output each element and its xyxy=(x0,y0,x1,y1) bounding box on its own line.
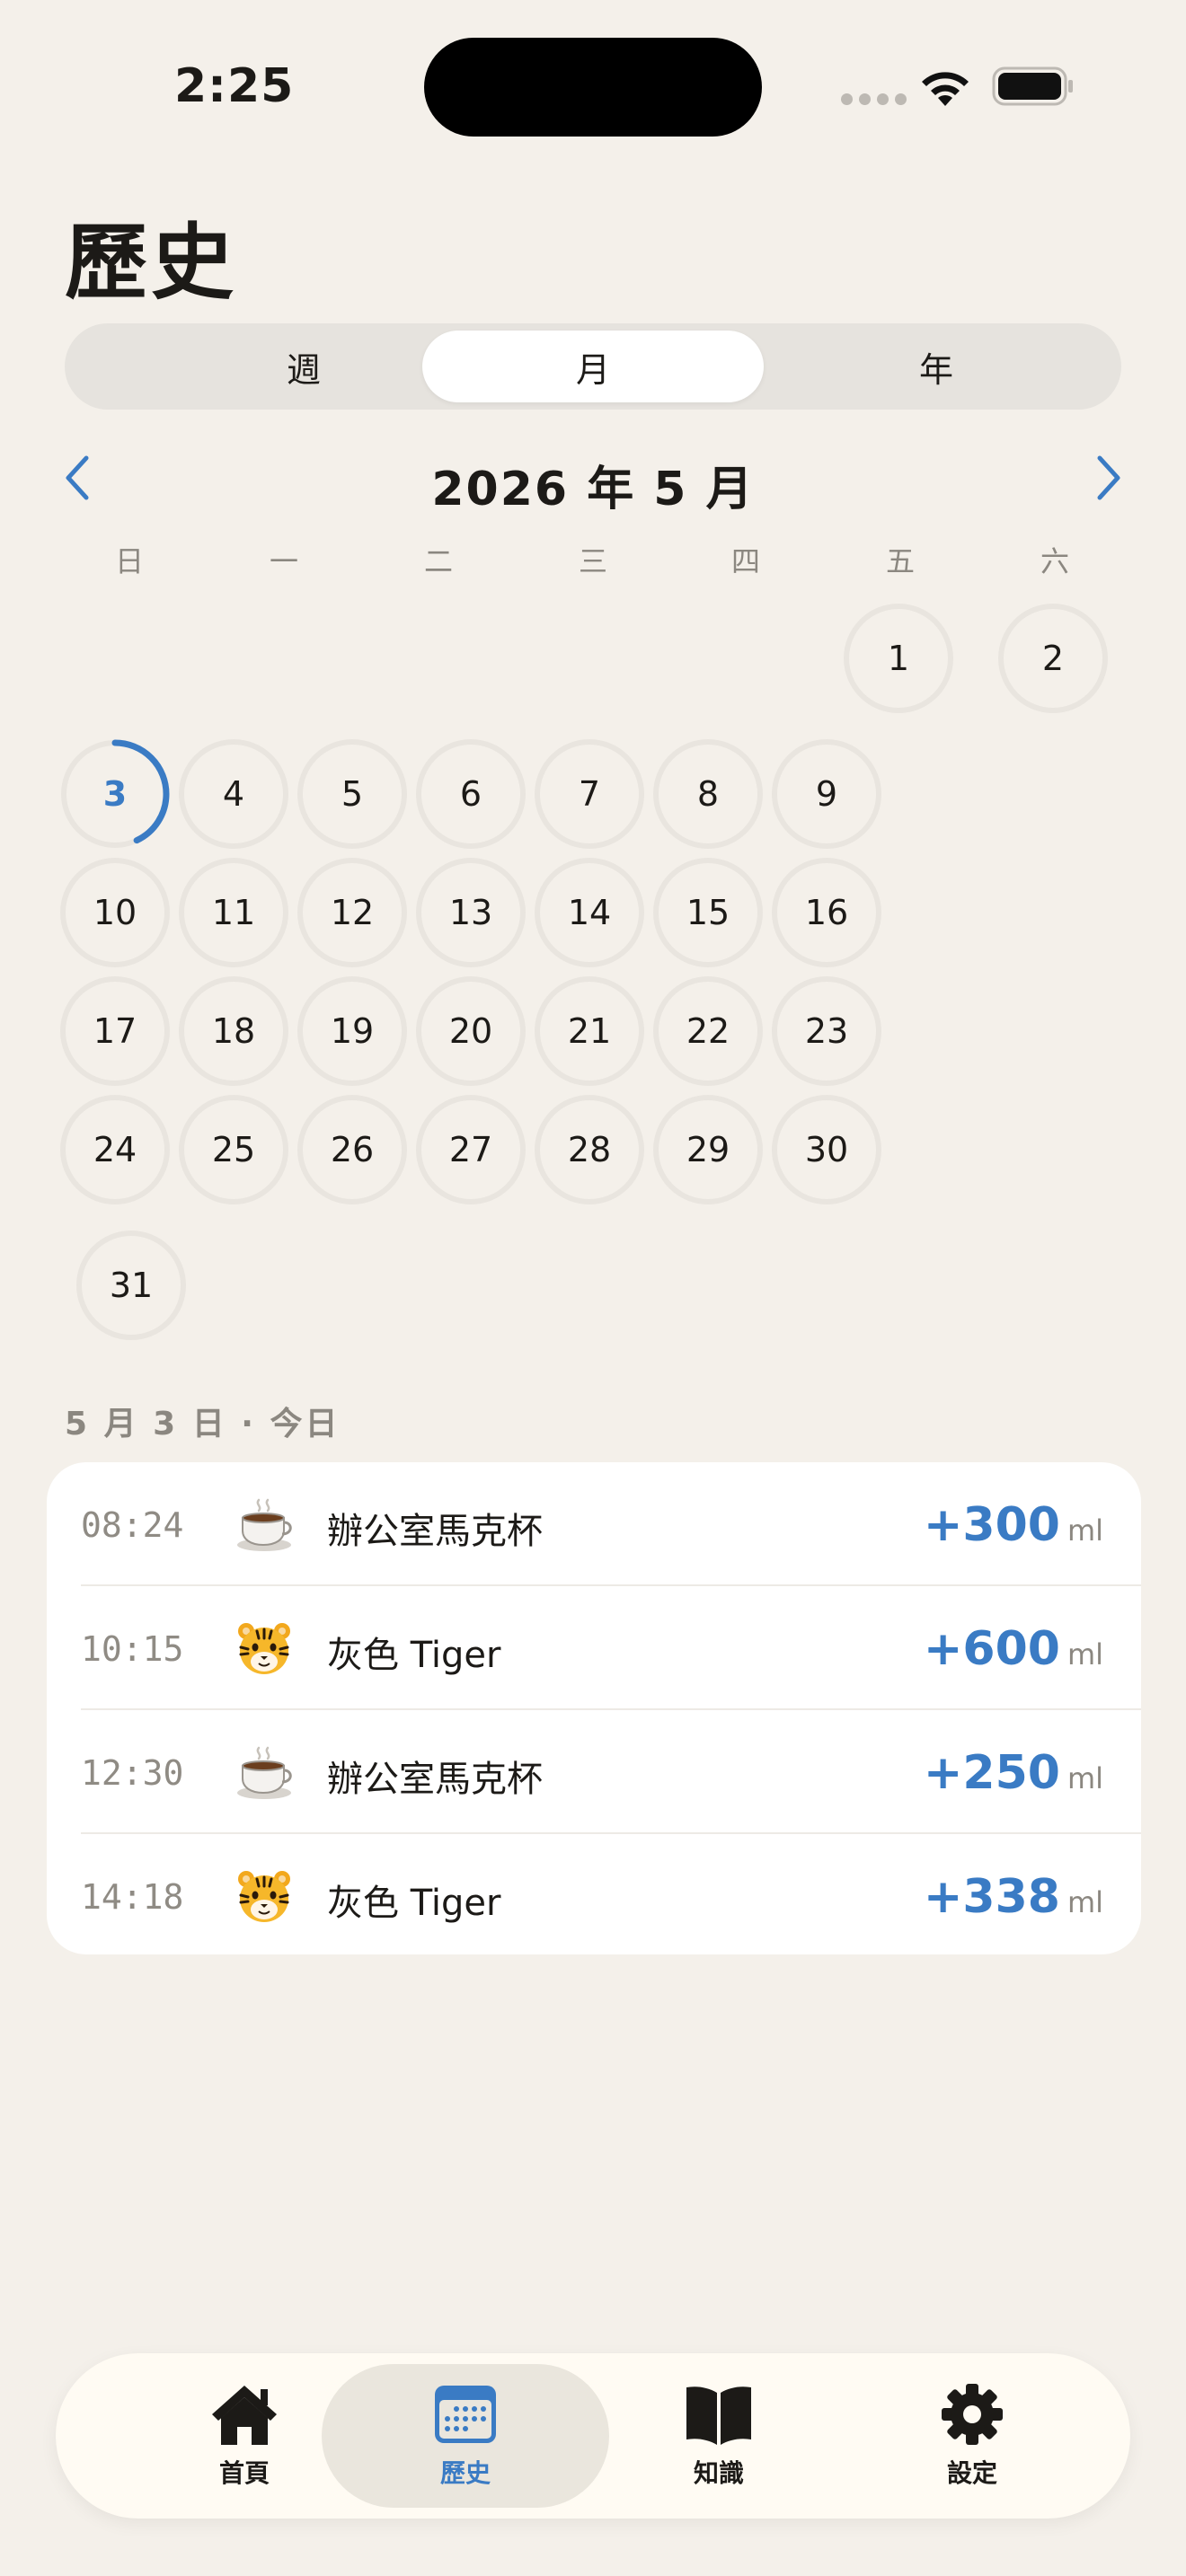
amount-unit: ml xyxy=(1067,1761,1103,1795)
entry-time: 14:18 xyxy=(81,1877,184,1917)
segment-year[interactable]: 年 xyxy=(766,331,1107,402)
weekday-label: 一 xyxy=(269,544,298,578)
intake-log-list: 08:24 辦公室馬克杯 +300 ml 10:15 灰色 Tiger +600… xyxy=(47,1462,1141,1954)
vessel-name: 辦公室馬克杯 xyxy=(327,1511,543,1552)
calendar-day-today[interactable]: 3 xyxy=(60,739,170,849)
amount-value: +250 xyxy=(923,1746,1060,1800)
log-entry-row[interactable]: 12:30 辦公室馬克杯 +250 ml xyxy=(47,1710,1141,1834)
calendar-day[interactable]: 12 xyxy=(297,858,407,967)
tab-settings[interactable]: 設定 xyxy=(828,2364,1116,2508)
signal-icon xyxy=(841,93,907,105)
calendar-day[interactable]: 27 xyxy=(416,1095,526,1204)
calendar-day[interactable]: 10 xyxy=(60,858,170,967)
entry-time: 08:24 xyxy=(81,1505,184,1545)
calendar-day[interactable]: 16 xyxy=(772,858,881,967)
calendar-day[interactable]: 15 xyxy=(653,858,763,967)
book-icon xyxy=(686,2386,751,2445)
tab-history[interactable]: 歷史 xyxy=(322,2364,609,2508)
calendar-day[interactable]: 14 xyxy=(535,858,644,967)
segment-month[interactable]: 月 xyxy=(422,331,764,402)
amount-value: +338 xyxy=(923,1870,1060,1924)
wifi-icon xyxy=(922,72,969,106)
vessel-name: 灰色 Tiger xyxy=(327,1883,501,1924)
calendar-day[interactable]: 22 xyxy=(653,976,763,1086)
calendar-day[interactable]: 17 xyxy=(60,976,170,1086)
calendar-icon xyxy=(435,2386,496,2443)
page-title: 歷史 xyxy=(65,215,238,311)
tab-label: 設定 xyxy=(946,2458,997,2488)
amount-unit: ml xyxy=(1067,1637,1103,1672)
gear-icon xyxy=(942,2384,1003,2445)
coffee-cup-icon xyxy=(237,1746,292,1799)
entry-amount: +600 ml xyxy=(924,1622,1103,1676)
tab-label: 歷史 xyxy=(439,2458,491,2488)
month-title: 2026 年 5 月 xyxy=(431,463,755,516)
log-date-label: 5 月 3 日 · 今日 xyxy=(65,1406,341,1442)
tiger-icon xyxy=(238,1623,290,1674)
weekday-label: 三 xyxy=(578,544,607,578)
calendar-day[interactable]: 19 xyxy=(297,976,407,1086)
weekday-label: 日 xyxy=(114,544,144,578)
vessel-name: 灰色 Tiger xyxy=(327,1635,501,1676)
battery-icon xyxy=(992,66,1073,106)
calendar-day[interactable]: 11 xyxy=(179,858,288,967)
calendar-day[interactable]: 21 xyxy=(535,976,644,1086)
weekday-label: 六 xyxy=(1040,544,1069,578)
chevron-right-icon[interactable] xyxy=(1085,453,1128,503)
tab-label: 首頁 xyxy=(218,2458,270,2488)
dynamic-island xyxy=(424,38,762,137)
calendar-day[interactable]: 29 xyxy=(653,1095,763,1204)
entry-time: 10:15 xyxy=(81,1629,184,1669)
entry-amount: +250 ml xyxy=(924,1746,1103,1800)
calendar-day[interactable]: 18 xyxy=(179,976,288,1086)
calendar-day[interactable]: 4 xyxy=(179,739,288,849)
log-entry-row[interactable]: 10:15 灰色 Tiger +600 ml xyxy=(47,1586,1141,1710)
amount-value: +600 xyxy=(923,1622,1060,1676)
log-entry-row[interactable]: 08:24 辦公室馬克杯 +300 ml xyxy=(47,1462,1141,1586)
calendar-day[interactable]: 7 xyxy=(535,739,644,849)
entry-amount: +338 ml xyxy=(924,1870,1103,1924)
weekday-label: 二 xyxy=(423,544,453,578)
period-segmented-control: 週 月 年 xyxy=(65,323,1121,410)
calendar-day[interactable]: 23 xyxy=(772,976,881,1086)
month-header: 2026 年 5 月 xyxy=(0,446,1186,516)
tab-label: 知識 xyxy=(693,2458,744,2488)
tab-bar: 首頁 歷史 知識 設定 xyxy=(56,2353,1130,2519)
history-screen: 2:25 歷史 週 月 年 2026 年 5 月 日 一 二 三 四 五 六 1… xyxy=(0,0,1186,2576)
calendar-day[interactable]: 25 xyxy=(179,1095,288,1204)
calendar-day[interactable]: 20 xyxy=(416,976,526,1086)
weekday-label: 四 xyxy=(730,544,760,578)
coffee-cup-icon xyxy=(237,1498,292,1551)
calendar-day[interactable]: 1 xyxy=(844,604,953,713)
entry-amount: +300 ml xyxy=(924,1498,1103,1552)
calendar-day[interactable]: 26 xyxy=(297,1095,407,1204)
calendar-day[interactable]: 5 xyxy=(297,739,407,849)
calendar-day[interactable]: 13 xyxy=(416,858,526,967)
calendar-day[interactable]: 9 xyxy=(772,739,881,849)
calendar-day[interactable]: 2 xyxy=(998,604,1108,713)
calendar-day[interactable]: 8 xyxy=(653,739,763,849)
amount-unit: ml xyxy=(1067,1513,1103,1548)
amount-unit: ml xyxy=(1067,1885,1103,1919)
calendar-day[interactable]: 30 xyxy=(772,1095,881,1204)
house-icon xyxy=(212,2386,277,2445)
weekday-label: 五 xyxy=(885,544,915,578)
calendar-day[interactable]: 24 xyxy=(60,1095,170,1204)
amount-value: +300 xyxy=(923,1498,1060,1552)
log-entry-row[interactable]: 14:18 灰色 Tiger +338 ml xyxy=(47,1834,1141,1954)
vessel-name: 辦公室馬克杯 xyxy=(327,1759,543,1800)
tiger-icon xyxy=(238,1871,290,1922)
calendar-day[interactable]: 6 xyxy=(416,739,526,849)
entry-time: 12:30 xyxy=(81,1753,184,1793)
status-time: 2:25 xyxy=(174,59,295,113)
calendar-day[interactable]: 31 xyxy=(76,1231,186,1340)
tab-knowledge[interactable]: 知識 xyxy=(575,2364,863,2508)
calendar-day[interactable]: 28 xyxy=(535,1095,644,1204)
